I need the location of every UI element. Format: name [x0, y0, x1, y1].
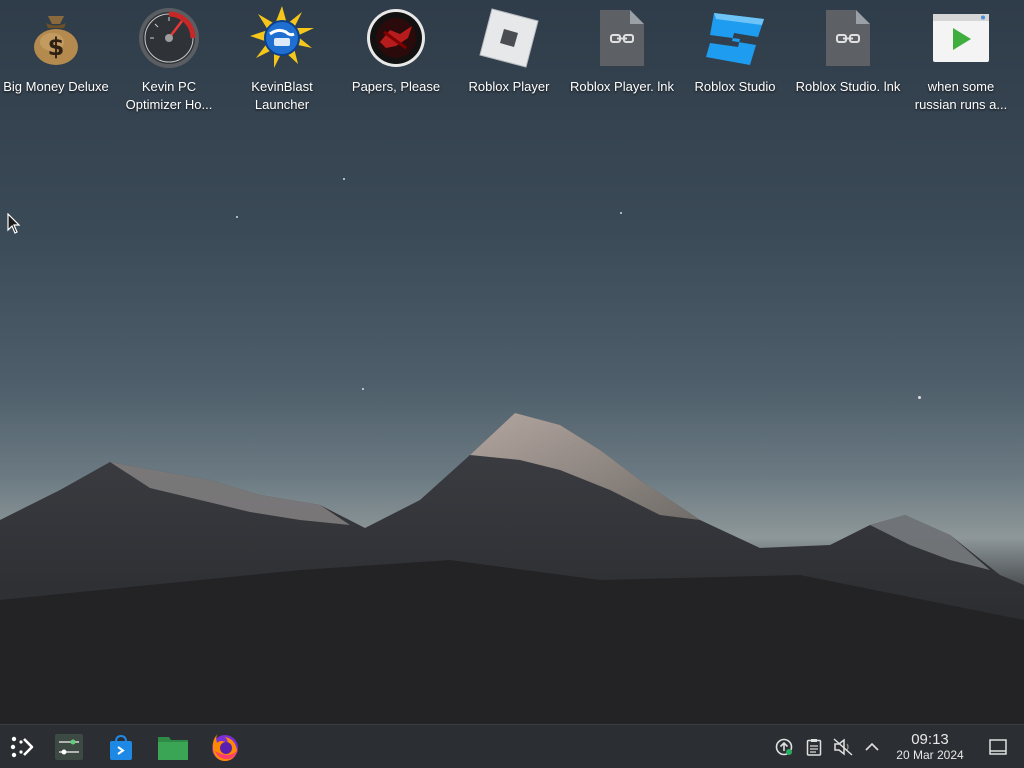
kde-launcher-icon — [10, 736, 34, 758]
star — [918, 396, 921, 399]
desktop-icon-kevinblast-launcher[interactable]: KevinBlast Launcher — [227, 6, 337, 118]
desktop-icon-label: Kevin PC Optimizer Ho... — [125, 79, 213, 112]
update-arrow-icon — [775, 738, 793, 756]
mouse-cursor-icon — [7, 212, 21, 240]
firefox-icon — [212, 734, 238, 762]
star — [620, 212, 622, 214]
desktop-icon-label: Roblox Player — [468, 79, 550, 94]
system-settings-button[interactable] — [51, 729, 87, 765]
desktop-icon-label: KevinBlast Launcher — [251, 79, 313, 112]
clipboard-icon — [806, 739, 822, 756]
file-manager-button[interactable] — [155, 729, 191, 765]
money-bag-icon: $ — [24, 6, 88, 70]
discover-store-button[interactable] — [103, 729, 139, 765]
star — [362, 388, 364, 390]
desktop-icon-big-money-deluxe[interactable]: $ Big Money Deluxe — [1, 6, 111, 118]
chevron-up-icon — [865, 742, 879, 751]
star — [343, 178, 345, 180]
updates-tray[interactable] — [774, 737, 794, 757]
folder-icon — [158, 737, 188, 760]
clock-time: 09:13 — [911, 731, 949, 748]
desktop-icon-label: Roblox Player. lnk — [569, 79, 675, 94]
desktop-icon-papers-please[interactable]: Papers, Please — [341, 6, 451, 118]
show-desktop-icon — [989, 739, 1007, 755]
desktop-icon-kevin-pc-optimizer[interactable]: Kevin PC Optimizer Ho... — [114, 6, 224, 118]
papers-please-emblem-icon — [364, 6, 428, 70]
desktop-icon-label: when some russian runs a... — [914, 79, 1008, 112]
desktop-icon-russian-video[interactable]: when some russian runs a... — [906, 6, 1016, 118]
shortcut-file-icon — [816, 6, 880, 70]
desktop-icon-label: Big Money Deluxe — [3, 79, 109, 94]
store-bag-icon — [110, 734, 132, 760]
application-launcher-button[interactable] — [4, 729, 40, 765]
desktop-icon-roblox-player[interactable]: Roblox Player — [454, 6, 564, 118]
speedometer-icon — [137, 6, 201, 70]
digital-clock[interactable]: 09:13 20 Mar 2024 — [884, 731, 976, 763]
show-hidden-tray[interactable] — [862, 737, 882, 757]
star — [236, 216, 238, 218]
volume-muted-icon — [833, 738, 853, 756]
shortcut-file-icon — [590, 6, 654, 70]
desktop[interactable]: $ Big Money Deluxe Kevin PC Optimizer Ho… — [0, 0, 1024, 768]
desktop-icon-label: Roblox Studio. lnk — [795, 79, 901, 94]
clipboard-tray[interactable] — [804, 737, 824, 757]
roblox-studio-icon — [703, 6, 767, 70]
desktop-icon-label: Papers, Please — [351, 79, 441, 94]
taskbar: 09:13 20 Mar 2024 — [0, 724, 1024, 768]
sunburst-globe-icon — [250, 6, 314, 70]
volume-tray[interactable] — [833, 737, 853, 757]
desktop-icon-roblox-player-lnk[interactable]: Roblox Player. lnk — [567, 6, 677, 118]
settings-sliders-icon — [55, 734, 83, 760]
show-desktop-button[interactable] — [988, 737, 1008, 757]
clock-date: 20 Mar 2024 — [896, 748, 964, 762]
video-play-icon — [929, 6, 993, 70]
desktop-icon-label: Roblox Studio — [694, 79, 776, 94]
roblox-logo-icon — [477, 6, 541, 70]
firefox-button[interactable] — [207, 729, 243, 765]
svg-text:$: $ — [48, 33, 65, 61]
desktop-icon-roblox-studio[interactable]: Roblox Studio — [680, 6, 790, 118]
desktop-icon-grid: $ Big Money Deluxe Kevin PC Optimizer Ho… — [0, 6, 1024, 126]
desktop-icon-roblox-studio-lnk[interactable]: Roblox Studio. lnk — [793, 6, 903, 118]
